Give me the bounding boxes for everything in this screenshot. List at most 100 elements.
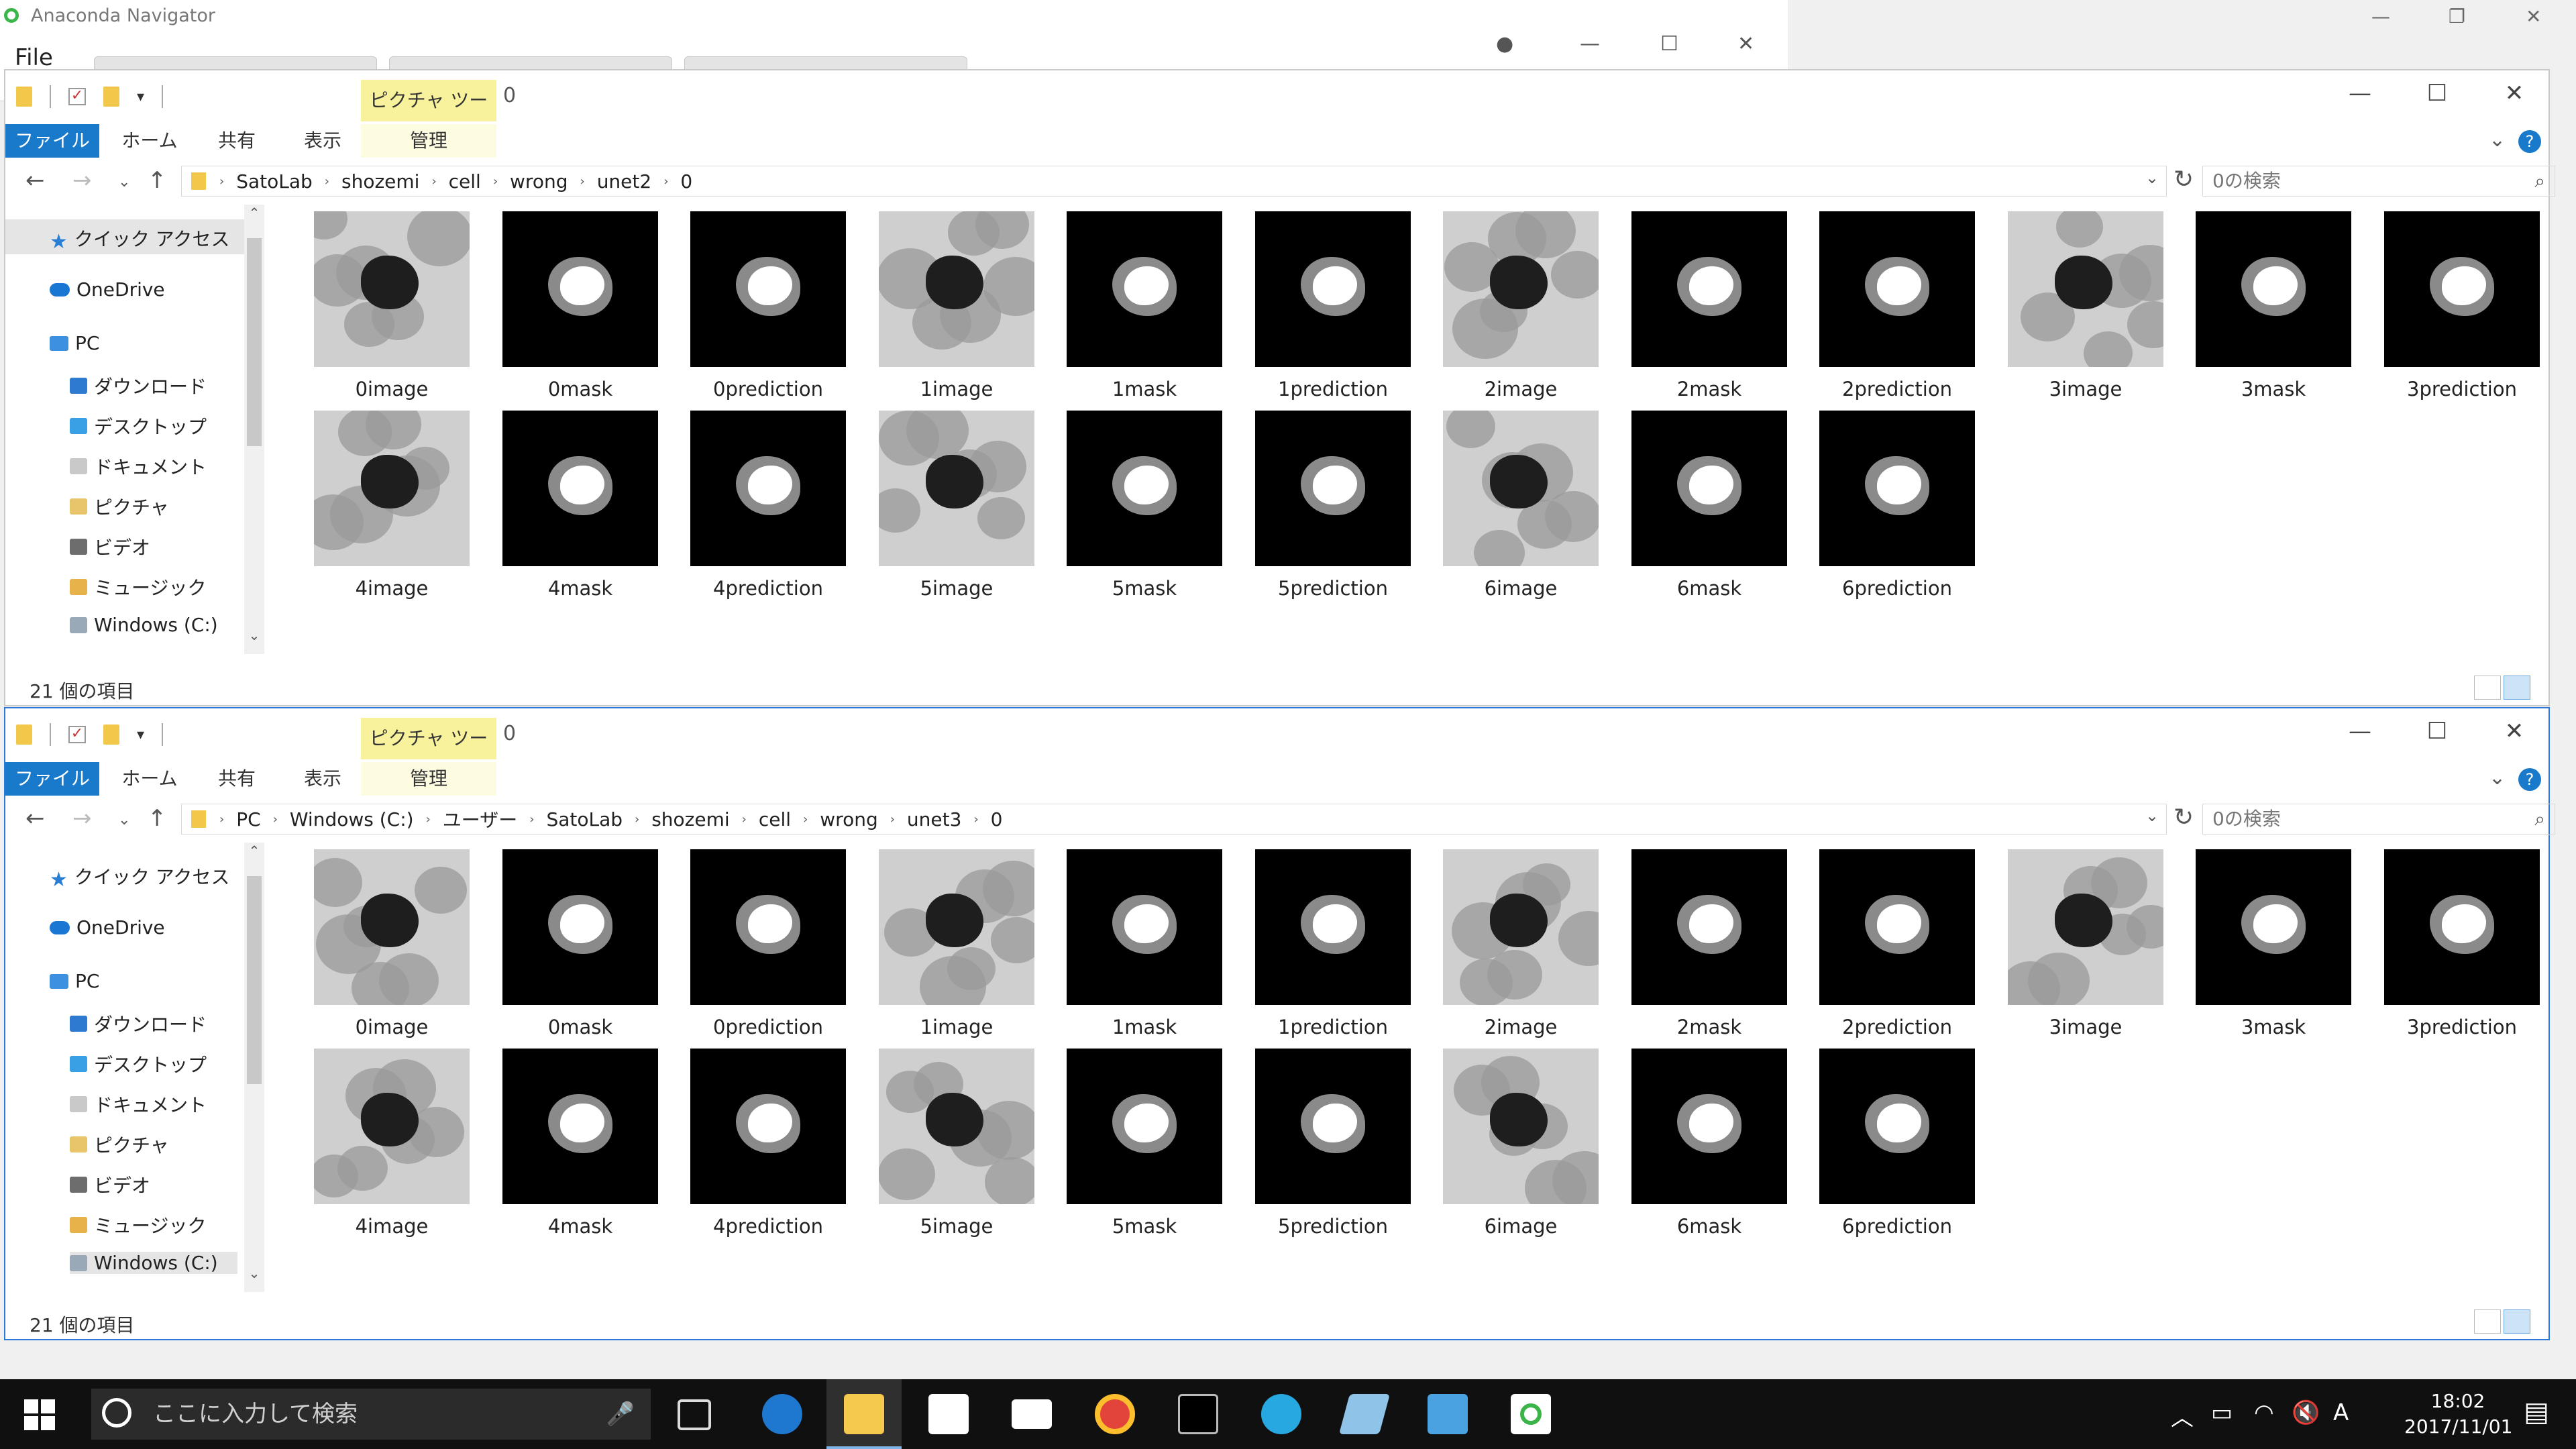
action-center-icon[interactable]: ▤	[2524, 1397, 2549, 1428]
tab-share[interactable]: 共有	[200, 124, 274, 158]
back-arrow-icon[interactable]: ←	[25, 805, 45, 832]
file-item[interactable]: 0mask	[489, 211, 677, 413]
customize-dropdown-icon[interactable]: ▾	[137, 89, 144, 105]
nav-item-downloads[interactable]: ダウンロード	[70, 1010, 207, 1037]
file-item[interactable]: 1image	[865, 211, 1053, 413]
nav-item-videos[interactable]: ビデオ	[70, 1171, 150, 1198]
breadcrumb-item[interactable]: unet2	[597, 170, 652, 193]
file-item[interactable]: 2image	[1430, 211, 1617, 413]
file-item[interactable]: 2image	[1430, 849, 1617, 1051]
minimize-button[interactable]: —	[1580, 32, 1600, 56]
battery-icon[interactable]: ▭	[2211, 1399, 2233, 1426]
nav-scrollbar[interactable]: ⌃ ⌄	[244, 843, 264, 1292]
close-button[interactable]: ✕	[2526, 5, 2541, 28]
file-item[interactable]: 0image	[301, 849, 488, 1051]
refresh-icon[interactable]: ↻	[2174, 804, 2194, 831]
file-item[interactable]: 6image	[1430, 1049, 1617, 1250]
nav-item-quick-access[interactable]: ★ クイック アクセス	[50, 863, 229, 892]
nav-item-windows-c[interactable]: Windows (C:)	[70, 614, 218, 636]
maximize-button[interactable]: ☐	[1660, 32, 1678, 56]
tab-home[interactable]: ホーム	[113, 762, 186, 796]
file-item[interactable]: 3mask	[2182, 211, 2370, 413]
file-item[interactable]: 5image	[865, 411, 1053, 612]
file-item[interactable]: 0image	[301, 211, 488, 413]
file-item[interactable]: 2mask	[1618, 211, 1806, 413]
nav-item-onedrive[interactable]: OneDrive	[50, 916, 165, 938]
nav-item-quick-access[interactable]: ★ クイック アクセス	[50, 225, 229, 254]
nav-item-desktop[interactable]: デスクトップ	[70, 413, 207, 439]
file-item[interactable]: 5prediction	[1242, 1049, 1430, 1250]
nav-item-pc[interactable]: PC	[50, 970, 99, 992]
nav-item-music[interactable]: ミュージック	[70, 574, 206, 600]
nav-item-windows-c[interactable]: Windows (C:)	[70, 1252, 237, 1274]
wifi-icon[interactable]: ◠	[2254, 1399, 2274, 1426]
details-view-icon[interactable]	[2474, 676, 2501, 700]
nav-item-pictures[interactable]: ピクチャ	[70, 1131, 169, 1158]
breadcrumb-item[interactable]: unet3	[907, 808, 962, 830]
file-item[interactable]: 3image	[1994, 211, 2182, 413]
breadcrumb-item[interactable]: shozemi	[651, 808, 729, 830]
file-item[interactable]: 5prediction	[1242, 411, 1430, 612]
file-item[interactable]: 6mask	[1618, 1049, 1806, 1250]
refresh-icon[interactable]: ↻	[2174, 166, 2194, 193]
file-item[interactable]: 3image	[1994, 849, 2182, 1051]
taskbar-search-input[interactable]: ここに入力して検索 🎤	[91, 1389, 651, 1440]
nav-item-desktop[interactable]: デスクトップ	[70, 1051, 207, 1077]
file-item[interactable]: 5mask	[1053, 1049, 1241, 1250]
tab-view[interactable]: 表示	[286, 762, 360, 796]
tab-view[interactable]: 表示	[286, 124, 360, 158]
help-icon[interactable]: ?	[2518, 768, 2541, 791]
volume-muted-icon[interactable]: 🔇	[2292, 1399, 2320, 1426]
tab-home[interactable]: ホーム	[113, 124, 186, 158]
file-item[interactable]: 1mask	[1053, 849, 1241, 1051]
file-item[interactable]: 4mask	[489, 1049, 677, 1250]
file-item[interactable]: 5image	[865, 1049, 1053, 1250]
forward-arrow-icon[interactable]: →	[72, 805, 92, 832]
breadcrumb-item[interactable]: shozemi	[341, 170, 419, 193]
microphone-icon[interactable]: 🎤	[606, 1389, 635, 1440]
large-icons-view-icon[interactable]	[2504, 676, 2530, 700]
anaconda-file-menu[interactable]: File	[15, 44, 53, 71]
file-item[interactable]: 3prediction	[2371, 849, 2559, 1051]
address-dropdown-icon[interactable]: ⌄	[2145, 806, 2159, 825]
nav-item-documents[interactable]: ドキュメント	[70, 453, 207, 480]
file-item[interactable]: 3prediction	[2371, 211, 2559, 413]
file-item[interactable]: 6prediction	[1806, 1049, 1994, 1250]
scroll-up-icon[interactable]: ⌃	[244, 843, 264, 859]
task-view-icon[interactable]	[678, 1399, 711, 1430]
file-item[interactable]: 2prediction	[1806, 849, 1994, 1051]
nav-item-documents[interactable]: ドキュメント	[70, 1091, 207, 1118]
anaconda-icon[interactable]	[1511, 1394, 1551, 1434]
large-icons-view-icon[interactable]	[2504, 1309, 2530, 1334]
properties-icon[interactable]: ✓	[68, 88, 86, 105]
search-icon[interactable]: ⌕	[2534, 166, 2545, 196]
nav-item-music[interactable]: ミュージック	[70, 1212, 206, 1238]
address-bar[interactable]: › SatoLab › shozemi › cell › wrong › unet2 › …	[181, 166, 2167, 197]
breadcrumb-item[interactable]: wrong	[510, 170, 568, 193]
windows-start-icon[interactable]	[24, 1399, 55, 1430]
breadcrumb-item[interactable]: ユーザー	[443, 806, 517, 833]
breadcrumb-item[interactable]: cell	[449, 170, 481, 193]
file-item[interactable]: 3mask	[2182, 849, 2370, 1051]
file-item[interactable]: 0mask	[489, 849, 677, 1051]
file-explorer-icon[interactable]	[844, 1394, 884, 1434]
up-arrow-icon[interactable]: ↑	[148, 167, 167, 194]
show-hidden-icons-chevron-icon[interactable]: ︿	[2171, 1399, 2194, 1432]
file-item[interactable]: 0prediction	[677, 849, 865, 1051]
nav-item-downloads[interactable]: ダウンロード	[70, 372, 207, 399]
details-view-icon[interactable]	[2474, 1309, 2501, 1334]
tab-file[interactable]: ファイル	[5, 124, 99, 158]
forward-arrow-icon[interactable]: →	[72, 167, 92, 194]
store-icon[interactable]	[928, 1394, 969, 1434]
breadcrumb-item[interactable]: SatoLab	[236, 170, 313, 193]
file-item[interactable]: 1prediction	[1242, 211, 1430, 413]
file-item[interactable]: 6mask	[1618, 411, 1806, 612]
file-item[interactable]: 1prediction	[1242, 849, 1430, 1051]
tab-manage[interactable]: 管理	[361, 762, 496, 796]
close-button[interactable]: ✕	[1737, 32, 1754, 56]
tab-file[interactable]: ファイル	[5, 762, 99, 796]
minimize-button[interactable]: —	[2326, 80, 2394, 107]
ribbon-expand-chevron-icon[interactable]: ⌄	[2489, 766, 2506, 790]
new-folder-icon[interactable]	[103, 724, 119, 745]
nav-item-videos[interactable]: ビデオ	[70, 533, 150, 560]
